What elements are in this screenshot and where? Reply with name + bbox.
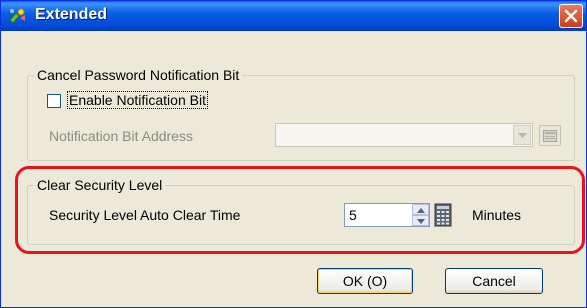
- address-input-button[interactable]: [539, 125, 561, 146]
- auto-clear-time-value: 5: [349, 207, 357, 223]
- combo-dropdown-button[interactable]: [513, 125, 531, 145]
- ok-button[interactable]: OK (O): [317, 268, 413, 294]
- notification-group-title: Cancel Password Notification Bit: [37, 67, 240, 83]
- spin-up-button[interactable]: [412, 204, 429, 215]
- notification-address-combobox[interactable]: [275, 123, 533, 147]
- close-icon: [564, 9, 578, 23]
- arrow-down-icon: [417, 219, 425, 224]
- extended-dialog: Extended Cancel Password Notification Bi…: [0, 0, 587, 308]
- calculator-icon: [434, 203, 452, 227]
- arrow-up-icon: [417, 208, 425, 213]
- spin-down-button[interactable]: [412, 215, 429, 226]
- notification-address-label: Notification Bit Address: [49, 128, 193, 144]
- app-icon: [7, 7, 27, 25]
- keypad-button[interactable]: [432, 203, 454, 227]
- title-bar[interactable]: Extended: [1, 1, 586, 31]
- cancel-button[interactable]: Cancel: [445, 268, 543, 294]
- window-title: Extended: [35, 6, 108, 23]
- enable-notification-label[interactable]: Enable Notification Bit: [67, 91, 208, 109]
- enable-notification-checkbox[interactable]: [47, 94, 61, 108]
- auto-clear-time-label: Security Level Auto Clear Time: [49, 207, 241, 223]
- minutes-unit-label: Minutes: [472, 207, 522, 223]
- keypad-icon: [543, 130, 557, 142]
- chevron-down-icon: [518, 133, 527, 138]
- security-group-title: Clear Security Level: [37, 177, 163, 193]
- close-button[interactable]: [559, 4, 583, 28]
